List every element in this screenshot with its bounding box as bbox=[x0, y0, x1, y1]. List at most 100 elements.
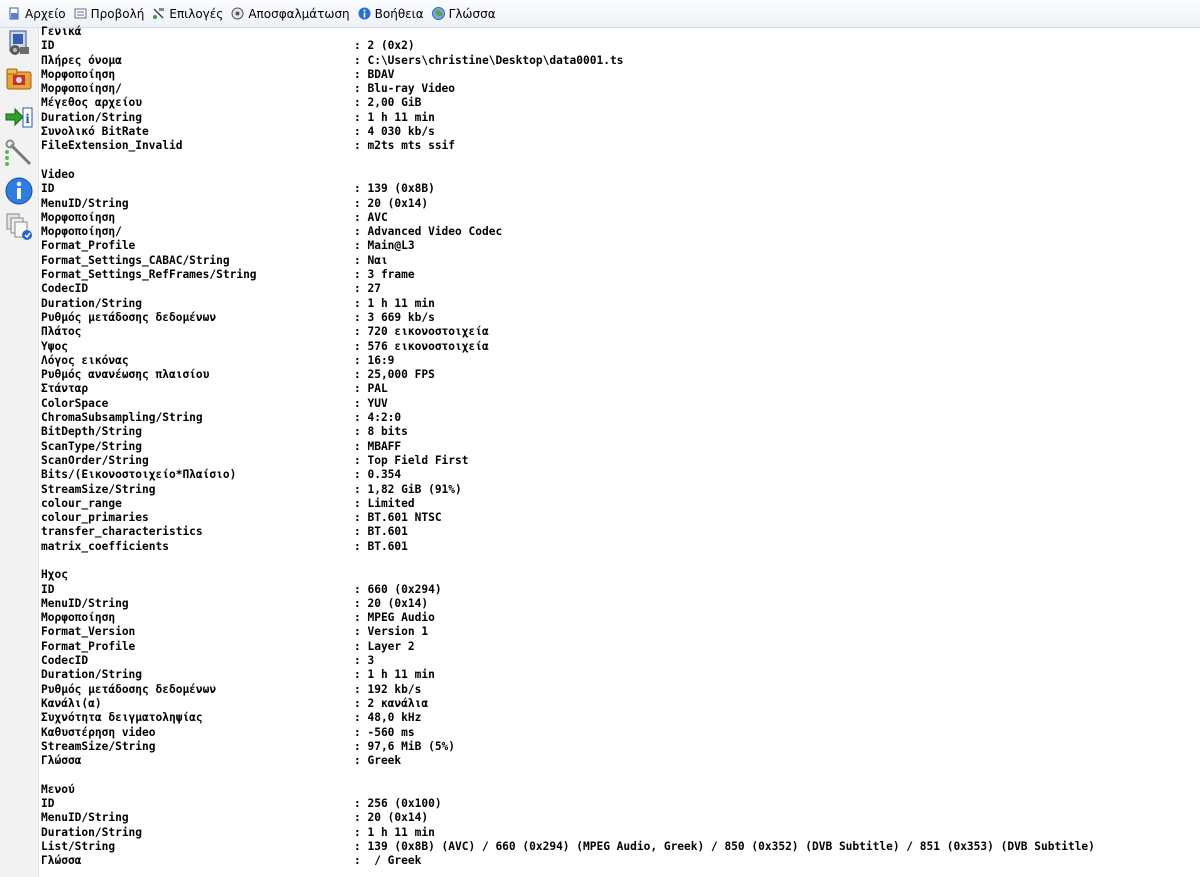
info-row: Duration/String: 1 h 11 min bbox=[41, 297, 1200, 311]
info-row: MenuID/String: 20 (0x14) bbox=[41, 597, 1200, 611]
info-key: ID bbox=[41, 797, 55, 811]
info-row: ID : 256 (0x100) bbox=[41, 797, 1200, 811]
info-key: Duration/String bbox=[41, 825, 143, 839]
info-key: transfer_characteristics bbox=[41, 525, 203, 539]
info-key: ID bbox=[41, 39, 55, 53]
info-row: ColorSpace: YUV bbox=[41, 397, 1200, 411]
menu-view-label: Προβολή bbox=[90, 6, 145, 21]
info-value: : 2,00 GiB bbox=[354, 96, 422, 110]
menu-file[interactable]: Αρχείο bbox=[4, 3, 70, 25]
info-row: Format_Profile: Main@L3 bbox=[41, 239, 1200, 253]
open-file-button[interactable] bbox=[4, 28, 34, 58]
info-value: : Layer 2 bbox=[354, 639, 415, 653]
info-key: colour_primaries bbox=[41, 511, 149, 525]
info-row: Μορφοποίηση: AVC bbox=[41, 211, 1200, 225]
info-key: MenuID/String bbox=[41, 196, 129, 210]
info-key: ScanOrder/String bbox=[41, 453, 149, 467]
info-key: Στάνταρ bbox=[41, 382, 89, 396]
section-title: Video bbox=[41, 167, 75, 181]
info-icon bbox=[4, 177, 34, 210]
info-key: Format_Version bbox=[41, 625, 136, 639]
info-key: ID bbox=[41, 582, 55, 596]
info-row: ID : 660 (0x294) bbox=[41, 583, 1200, 597]
info-row: ID: 139 (0x8B) bbox=[41, 182, 1200, 196]
info-row: Ρυθμός ανανέωσης πλαισίου: 25,000 FPS bbox=[41, 368, 1200, 382]
info-value: : MPEG Audio bbox=[354, 611, 435, 625]
info-value: : 3 frame bbox=[354, 268, 415, 282]
about-button[interactable] bbox=[4, 176, 34, 206]
info-value: : 4:2:0 bbox=[354, 411, 402, 425]
info-key: ScanType/String bbox=[41, 439, 143, 453]
info-row: colour_range: Limited bbox=[41, 497, 1200, 511]
menu-language-label: Γλώσσα bbox=[448, 6, 496, 21]
info-key: Ρυθμός μετάδοσης δεδομένων bbox=[41, 310, 217, 324]
info-key: FileExtension_Invalid bbox=[41, 139, 183, 153]
info-row: ScanOrder/String : Top Field First bbox=[41, 454, 1200, 468]
section-0: Γενικά ID: 2 (0x2) Πλήρες όνομα: C:\Users\… bbox=[41, 25, 1200, 154]
info-key: Συχνότητα δειγματοληψίας bbox=[41, 711, 203, 725]
info-value: : m2ts mts ssif bbox=[354, 139, 456, 153]
info-key: Γλώσσα bbox=[41, 854, 82, 868]
info-row: Format_Version: Version 1 bbox=[41, 625, 1200, 639]
info-value: : 139 (0x8B) (AVC) / 660 (0x294) (MPEG A… bbox=[354, 839, 1095, 853]
info-row: CodecID: 3 bbox=[41, 654, 1200, 668]
globe-icon bbox=[431, 7, 445, 20]
info-value: : 97,6 MiB (5%) bbox=[354, 739, 456, 753]
menu-debug[interactable]: Αποσφαλμάτωση bbox=[227, 3, 353, 25]
info-value: : MBAFF bbox=[354, 439, 402, 453]
info-row: MenuID/String: 20 (0x14) bbox=[41, 811, 1200, 825]
info-key: Λόγος εικόνας bbox=[41, 353, 129, 367]
info-key: Κανάλι(α) bbox=[41, 696, 102, 710]
menu-help[interactable]: Βοήθεια bbox=[354, 3, 428, 25]
view-icon bbox=[74, 7, 87, 20]
menu-bar: Αρχείο Προβολή Επιλογές Αποσφαλμάτωση Βο… bbox=[0, 0, 1200, 28]
options-icon bbox=[152, 7, 165, 20]
knowledge-base-button[interactable] bbox=[4, 211, 34, 241]
info-value: : Top Field First bbox=[354, 453, 469, 467]
info-key: Duration/String bbox=[41, 296, 143, 310]
info-key: Duration/String bbox=[41, 110, 143, 124]
info-value: : BT.601 NTSC bbox=[354, 511, 442, 525]
info-row: StreamSize/String: 1,82 GiB (91%) bbox=[41, 483, 1200, 497]
info-row: Format_Profile: Layer 2 bbox=[41, 640, 1200, 654]
menu-help-label: Βοήθεια bbox=[374, 6, 424, 21]
menu-options[interactable]: Επιλογές bbox=[148, 3, 227, 25]
svg-text:i: i bbox=[25, 112, 30, 126]
info-value: : 256 (0x100) bbox=[354, 797, 442, 811]
info-row: Συνολικό BitRate: 4 030 kb/s bbox=[41, 125, 1200, 139]
open-folder-button[interactable] bbox=[4, 63, 34, 93]
info-value: : 3 669 kb/s bbox=[354, 310, 435, 324]
info-value: : Blu-ray Video bbox=[354, 82, 456, 96]
info-key: Μορφοποίηση bbox=[41, 67, 116, 81]
info-key: StreamSize/String bbox=[41, 739, 156, 753]
preferences-icon bbox=[4, 139, 34, 172]
info-row: CodecID: 27 bbox=[41, 282, 1200, 296]
info-value: : 660 (0x294) bbox=[354, 582, 442, 596]
info-row: Μορφοποίηση: MPEG Audio bbox=[41, 611, 1200, 625]
info-row: Γλώσσα: Greek bbox=[41, 754, 1200, 768]
info-key: ChromaSubsampling/String bbox=[41, 411, 203, 425]
info-key: Duration/String bbox=[41, 668, 143, 682]
info-row: Ρυθμός μετάδοσης δεδομένων: 192 kb/s bbox=[41, 683, 1200, 697]
info-row: BitDepth/String: 8 bits bbox=[41, 425, 1200, 439]
info-row: colour_primaries : BT.601 NTSC bbox=[41, 511, 1200, 525]
menu-view[interactable]: Προβολή bbox=[70, 3, 149, 25]
preferences-button[interactable] bbox=[4, 138, 34, 168]
info-key: CodecID bbox=[41, 282, 89, 296]
info-value: : C:\Users\christine\Desktop\data0001.ts bbox=[354, 53, 624, 67]
info-key: MenuID/String bbox=[41, 596, 129, 610]
info-row: Γλώσσα: / Greek bbox=[41, 854, 1200, 868]
info-row: Duration/String: 1 h 11 min bbox=[41, 668, 1200, 682]
info-key: Format_Settings_CABAC/String bbox=[41, 253, 230, 267]
menu-language[interactable]: Γλώσσα bbox=[428, 3, 500, 25]
export-button[interactable]: i bbox=[4, 103, 34, 133]
info-value: : 1 h 11 min bbox=[354, 825, 435, 839]
info-row: Duration/String: 1 h 11 min bbox=[41, 111, 1200, 125]
info-key: CodecID bbox=[41, 654, 89, 668]
info-value: : Limited bbox=[354, 496, 415, 510]
info-key: Μορφοποίηση/ bbox=[41, 225, 122, 239]
info-row: Ρυθμός μετάδοσης δεδομένων : 3 669 kb/s bbox=[41, 311, 1200, 325]
info-row: Bits/(Εικονοστοιχείο*Πλαίσιο): 0.354 bbox=[41, 468, 1200, 482]
info-row: transfer_characteristics: BT.601 bbox=[41, 525, 1200, 539]
info-value: : BDAV bbox=[354, 67, 395, 81]
